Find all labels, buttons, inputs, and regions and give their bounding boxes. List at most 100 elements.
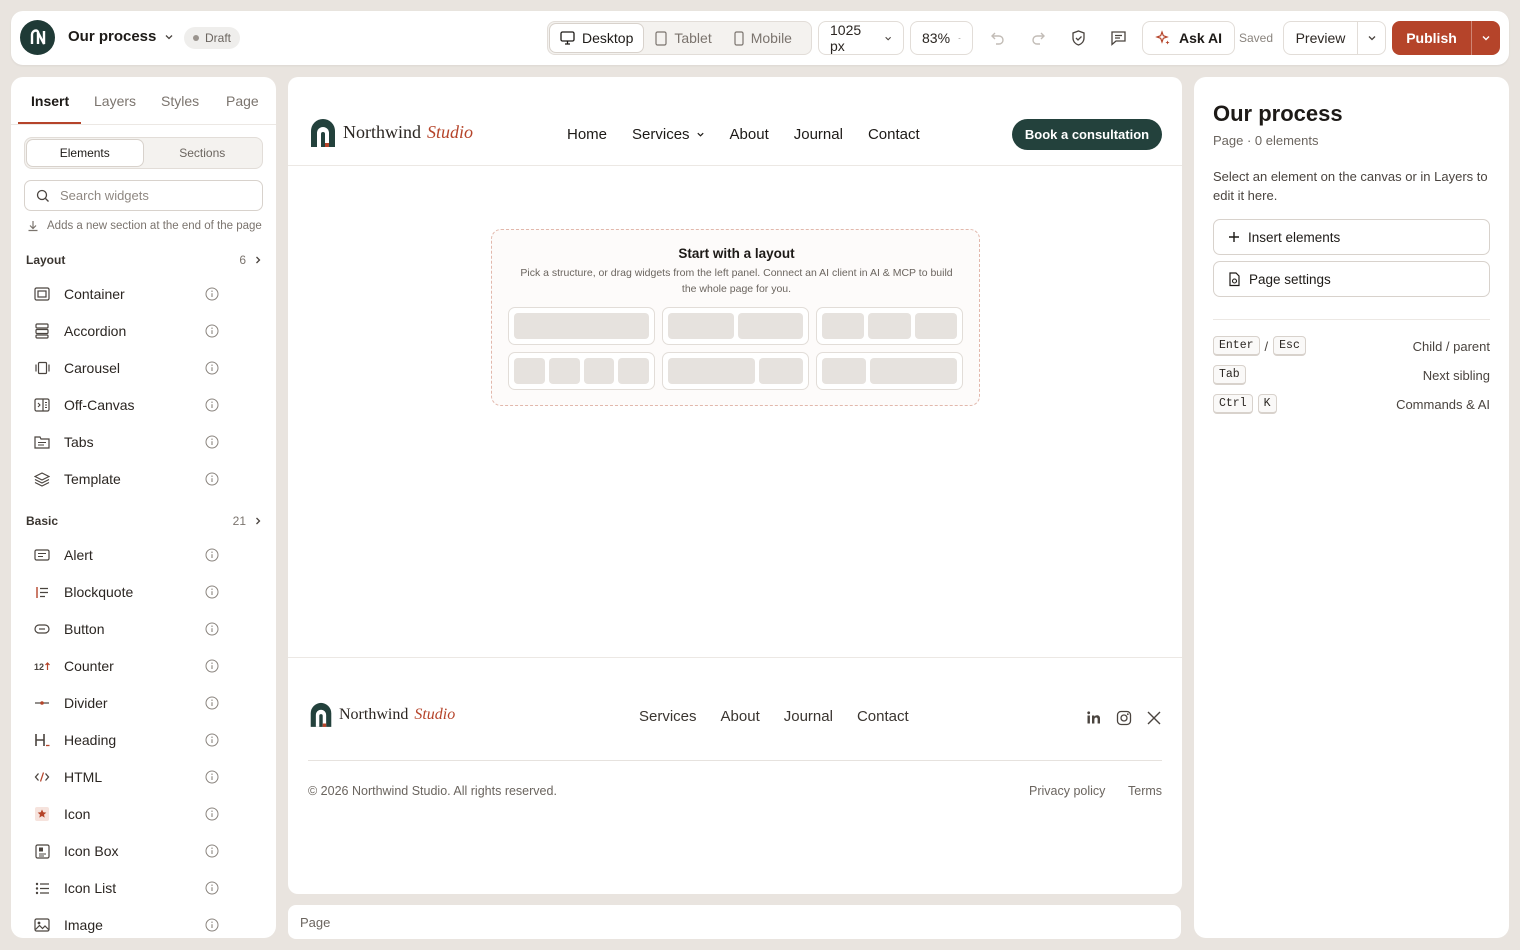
info-icon[interactable]	[205, 361, 219, 375]
widget-tabs[interactable]: Tabs	[33, 427, 219, 457]
zoom-select[interactable]: 83%	[910, 21, 973, 55]
info-icon[interactable]	[205, 696, 219, 710]
comments-button[interactable]	[1104, 24, 1132, 52]
publish-options-button[interactable]	[1471, 21, 1500, 55]
brand-arch-icon	[311, 119, 335, 147]
widget-blockquote[interactable]: Blockquote	[33, 577, 219, 607]
widget-html[interactable]: HTML	[33, 762, 219, 792]
shortcut-description: Child / parent	[1412, 338, 1490, 354]
info-icon[interactable]	[205, 659, 219, 673]
layout-option-4-col[interactable]	[508, 352, 655, 390]
privacy-policy-link[interactable]: Privacy policy	[1029, 784, 1105, 798]
app-logo[interactable]	[20, 20, 55, 55]
widget-divider[interactable]: Divider	[33, 688, 219, 718]
book-consultation-button[interactable]: Book a consultation	[1012, 119, 1162, 150]
nav-contact[interactable]: Contact	[868, 126, 920, 143]
instagram-icon[interactable]	[1116, 710, 1132, 726]
tab-styles[interactable]: Styles	[161, 93, 199, 109]
layout-option-2-1-col[interactable]	[662, 352, 809, 390]
nav-journal[interactable]: Journal	[794, 126, 843, 143]
widget-off-canvas[interactable]: Off-Canvas	[33, 390, 219, 420]
info-icon[interactable]	[205, 881, 219, 895]
terms-link[interactable]: Terms	[1128, 784, 1162, 798]
accessibility-check-button[interactable]	[1064, 24, 1092, 52]
footer-nav-about[interactable]: About	[721, 708, 760, 725]
category-layout[interactable]: Layout 6	[26, 253, 262, 267]
ask-ai-button[interactable]: Ask AI	[1142, 21, 1236, 55]
info-icon[interactable]	[205, 807, 219, 821]
widget-search	[24, 180, 263, 211]
preview-options-button[interactable]	[1357, 22, 1385, 54]
info-icon[interactable]	[205, 548, 219, 562]
site-footer[interactable]: Northwind Studio Services About Journal …	[288, 657, 1182, 894]
insert-elements-button[interactable]: Insert elements	[1213, 219, 1490, 255]
footer-nav-journal[interactable]: Journal	[784, 708, 833, 725]
inspector-title: Our process	[1213, 101, 1343, 126]
widget-icon-box[interactable]: Icon Box	[33, 836, 219, 866]
preview-split-button: Preview	[1283, 21, 1386, 55]
nav-about[interactable]: About	[730, 126, 769, 143]
preview-button[interactable]: Preview	[1284, 30, 1357, 46]
device-mobile-button[interactable]: Mobile	[724, 24, 802, 52]
widget-container[interactable]: Container	[33, 279, 219, 309]
widget-counter[interactable]: 12 Counter	[33, 651, 219, 681]
info-icon[interactable]	[205, 622, 219, 636]
info-icon[interactable]	[205, 435, 219, 449]
page-canvas[interactable]: Northwind Studio Home Services About Jou…	[288, 77, 1182, 894]
info-icon[interactable]	[205, 770, 219, 784]
segment-sections[interactable]: Sections	[145, 140, 261, 166]
search-input[interactable]	[60, 188, 240, 203]
widget-carousel[interactable]: Carousel	[33, 353, 219, 383]
info-icon[interactable]	[205, 844, 219, 858]
redo-button[interactable]	[1024, 24, 1052, 52]
widget-label: HTML	[64, 769, 103, 785]
widget-label: Tabs	[64, 434, 94, 450]
site-brand[interactable]: Northwind Studio	[309, 117, 473, 148]
segment-elements[interactable]: Elements	[27, 140, 143, 166]
category-basic[interactable]: Basic 21	[26, 514, 262, 528]
footer-brand[interactable]: Northwind Studio	[309, 700, 455, 729]
breadcrumb-page[interactable]: Page	[300, 915, 330, 930]
info-icon[interactable]	[205, 287, 219, 301]
widget-icon-list[interactable]: Icon List	[33, 873, 219, 903]
info-icon[interactable]	[205, 585, 219, 599]
x-icon[interactable]	[1146, 710, 1162, 726]
footer-nav-services[interactable]: Services	[639, 708, 697, 725]
publish-button[interactable]: Publish	[1392, 30, 1471, 46]
widget-accordion[interactable]: Accordion	[33, 316, 219, 346]
tab-page[interactable]: Page	[226, 93, 259, 109]
footer-nav-contact[interactable]: Contact	[857, 708, 909, 725]
info-icon[interactable]	[205, 472, 219, 486]
layout-option-3-col[interactable]	[816, 307, 963, 345]
page-settings-button[interactable]: Page settings	[1213, 261, 1490, 297]
info-icon[interactable]	[205, 398, 219, 412]
widget-icon[interactable]: Icon	[33, 799, 219, 829]
info-icon[interactable]	[205, 733, 219, 747]
counter-icon: 12	[33, 657, 51, 675]
widget-label: Image	[64, 917, 103, 933]
widget-label: Carousel	[64, 360, 121, 376]
tab-insert[interactable]: Insert	[31, 93, 69, 109]
canvas-width-select[interactable]: 1025 px	[818, 21, 904, 55]
device-tablet-button[interactable]: Tablet	[645, 24, 721, 52]
tab-layers[interactable]: Layers	[94, 93, 136, 109]
widget-alert[interactable]: Alert	[33, 540, 219, 570]
linkedin-icon[interactable]	[1086, 710, 1102, 726]
layout-option-2-col[interactable]	[662, 307, 809, 345]
widget-image[interactable]: Image	[33, 910, 219, 938]
undo-button[interactable]	[984, 24, 1012, 52]
widget-template[interactable]: Template	[33, 464, 219, 494]
accordion-icon	[33, 322, 51, 340]
layout-option-1-2-col[interactable]	[816, 352, 963, 390]
nav-home[interactable]: Home	[567, 126, 607, 143]
nav-services[interactable]: Services	[632, 126, 705, 143]
page-title-menu[interactable]: Our process	[68, 28, 174, 45]
widget-heading[interactable]: Heading	[33, 725, 219, 755]
site-header[interactable]: Northwind Studio Home Services About Jou…	[288, 77, 1182, 166]
layout-option-1-col[interactable]	[508, 307, 655, 345]
info-icon[interactable]	[205, 918, 219, 932]
widget-label: Icon	[64, 806, 91, 822]
info-icon[interactable]	[205, 324, 219, 338]
device-desktop-button[interactable]: Desktop	[550, 24, 644, 52]
widget-button[interactable]: Button	[33, 614, 219, 644]
